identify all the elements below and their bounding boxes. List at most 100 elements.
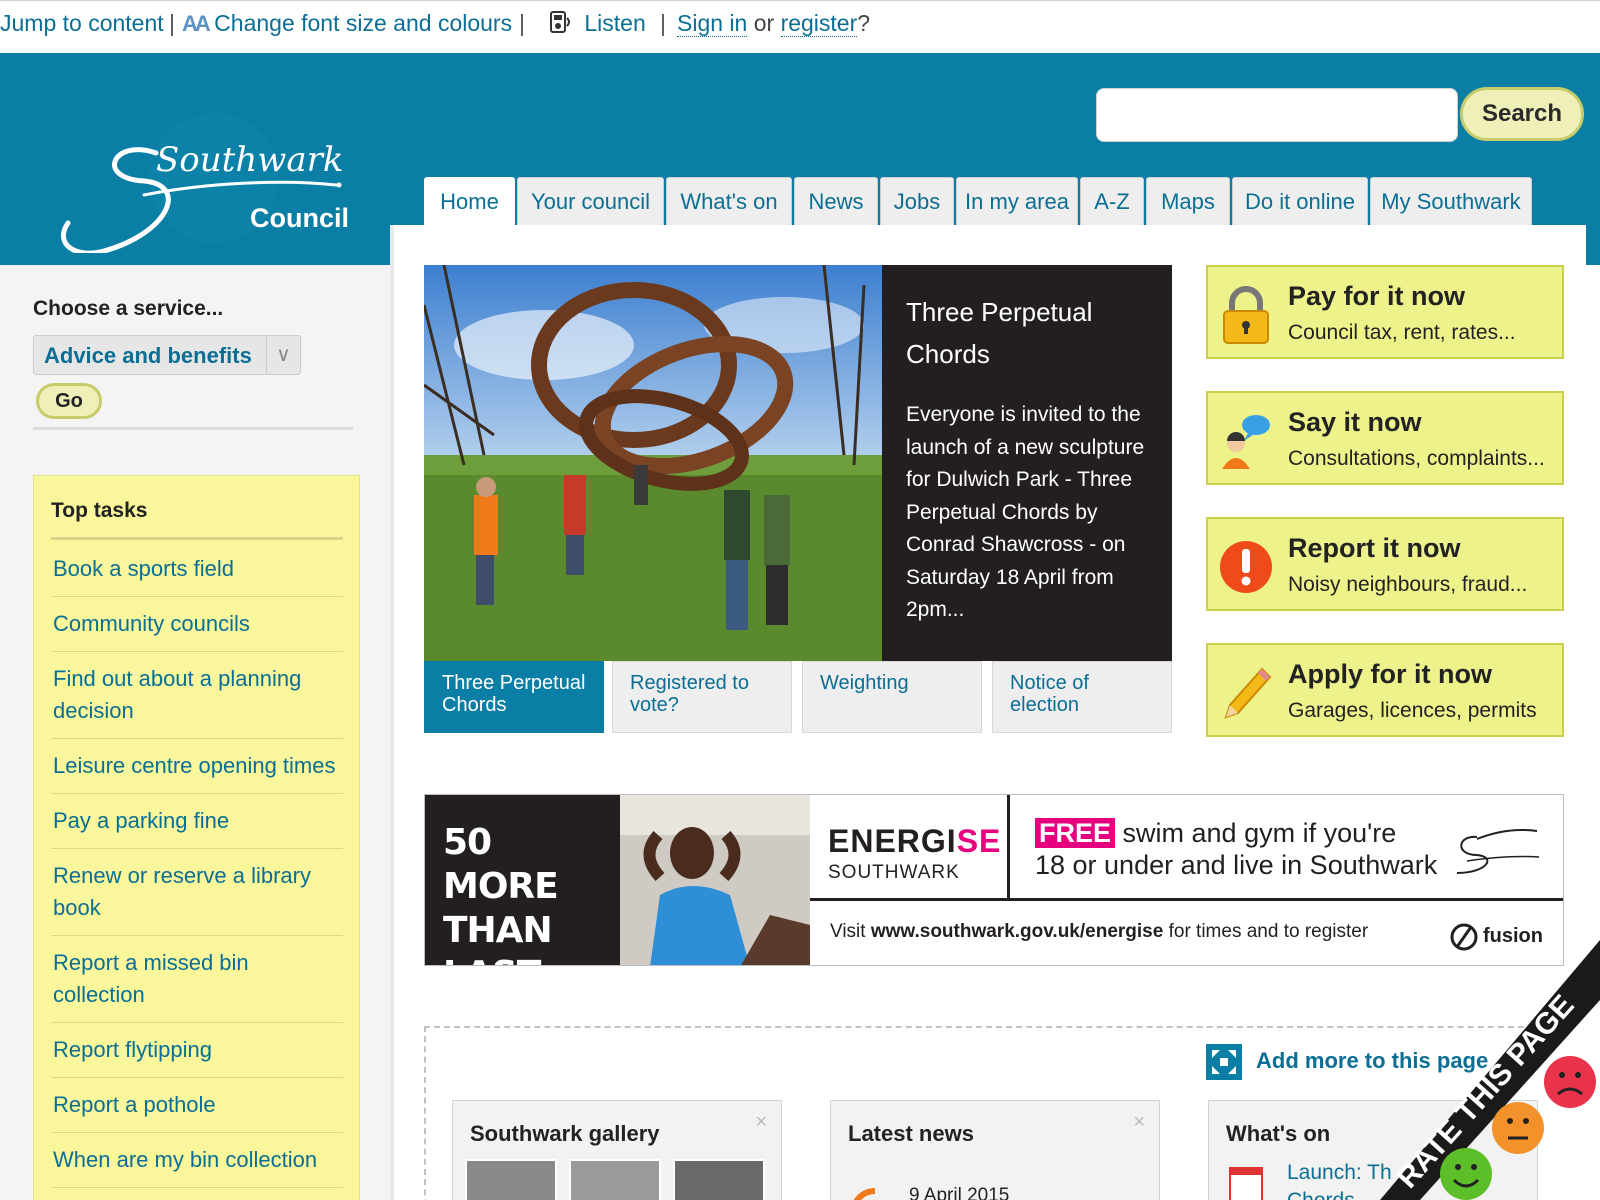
pay-for-it-now-box[interactable]: Pay for it now Council tax, rent, rates.… — [1206, 265, 1564, 359]
service-select-value: Advice and benefits — [44, 343, 252, 368]
divider — [51, 537, 343, 540]
expand-icon — [1206, 1044, 1242, 1080]
service-select[interactable]: Advice and benefits ∨ — [33, 335, 301, 375]
action-subtitle: Consultations, complaints... — [1288, 447, 1545, 470]
jump-to-content-link[interactable]: Jump to content — [0, 10, 164, 37]
font-size-icon: AA — [182, 11, 211, 36]
task-link[interactable]: Report a pothole — [51, 1078, 343, 1133]
fusion-logo: fusion — [1449, 915, 1549, 959]
carousel-tab[interactable]: Notice of election — [992, 661, 1172, 733]
padlock-icon — [1223, 286, 1269, 344]
close-icon[interactable]: × — [1133, 1111, 1145, 1134]
separator: | — [169, 10, 175, 36]
action-subtitle: Noisy neighbours, fraud... — [1288, 573, 1528, 596]
search-input[interactable] — [1096, 88, 1458, 142]
banner-headline: 50 MORE THAN LAST TIME — [425, 795, 620, 965]
tab-jobs[interactable]: Jobs — [880, 177, 954, 225]
task-link[interactable]: Leisure centre opening times — [51, 739, 343, 794]
divider — [33, 427, 353, 430]
change-font-link[interactable]: AA Change font size and colours — [182, 10, 512, 37]
gym-photo — [620, 795, 810, 965]
search-button[interactable]: Search — [1460, 87, 1584, 141]
speaker-icon — [550, 11, 570, 33]
chevron-down-icon: ∨ — [266, 336, 300, 374]
action-title: Say it now — [1288, 407, 1422, 437]
energise-banner[interactable]: 50 MORE THAN LAST TIME ENERGISE SOUTHWAR… — [424, 794, 1564, 966]
logo-script-text: Southwark — [156, 140, 343, 180]
add-more-button[interactable]: Add more to this page — [1206, 1040, 1506, 1082]
tab-news[interactable]: News — [794, 177, 878, 225]
top-tasks-title: Top tasks — [51, 499, 148, 522]
exclamation-icon — [1220, 541, 1272, 593]
apply-for-it-now-box[interactable]: Apply for it now Garages, licences, perm… — [1206, 643, 1564, 737]
carousel-tabs: Three Perpetual Chords Registered to vot… — [424, 661, 1172, 733]
report-it-now-box[interactable]: Report it now Noisy neighbours, fraud... — [1206, 517, 1564, 611]
feature-body: Everyone is invited to the launch of a n… — [906, 403, 1145, 621]
banner-photo — [620, 795, 810, 965]
logo-council-text: Council — [250, 203, 349, 233]
fusion-mark-icon — [1450, 923, 1478, 951]
tab-whats-on[interactable]: What's on — [666, 177, 792, 225]
rss-icon — [853, 1188, 876, 1200]
pencil-icon — [1224, 667, 1272, 719]
event-link-cont[interactable]: Chords — [1287, 1189, 1355, 1200]
southwark-small-logo — [1456, 829, 1540, 874]
task-link[interactable]: Report flytipping — [51, 1023, 343, 1078]
tab-my-southwark[interactable]: My Southwark — [1370, 177, 1532, 225]
feature-photo[interactable] — [424, 265, 882, 661]
gallery-widget: Southwark gallery × — [452, 1100, 782, 1200]
say-it-now-box[interactable]: Say it now Consultations, complaints... — [1206, 391, 1564, 485]
action-title: Pay for it now — [1288, 281, 1466, 311]
tab-home[interactable]: Home — [424, 177, 515, 227]
widget-title: Southwark gallery — [470, 1121, 660, 1146]
utility-bar: Jump to content | AA Change font size an… — [0, 0, 1600, 53]
task-link[interactable]: When are my bin collection — [51, 1133, 343, 1188]
southwark-logo[interactable]: Southwark Council — [44, 83, 354, 256]
latest-news-widget: Latest news × 9 April 2015 — [830, 1100, 1160, 1200]
sign-in-area: Sign in or register? — [677, 10, 870, 37]
carousel-tab[interactable]: Three Perpetual Chords — [424, 661, 604, 733]
carousel-tab[interactable]: Weighting — [802, 661, 982, 733]
separator: | — [660, 10, 666, 36]
widget-title: Latest news — [848, 1121, 974, 1146]
tab-in-my-area[interactable]: In my area — [956, 177, 1078, 225]
banner-visit-text: Visit www.southwark.gov.uk/energise for … — [830, 921, 1369, 942]
task-link[interactable]: Report a missed bin collection — [51, 936, 343, 1023]
sculpture-photo — [424, 265, 882, 661]
feature-text-panel[interactable]: Three Perpetual Chords Everyone is invit… — [882, 265, 1172, 661]
whats-on-widget: What's on Launch: Th Chords — [1208, 1100, 1538, 1200]
energise-sub: SOUTHWARK — [828, 862, 960, 883]
task-link[interactable]: Renew or reserve a library book — [51, 849, 343, 936]
banner-offer: FREE swim and gym if you're 18 or under … — [1035, 818, 1438, 880]
calendar-icon — [1229, 1167, 1263, 1200]
task-link[interactable]: Book a sports field — [51, 542, 343, 597]
gallery-thumbnail[interactable] — [465, 1159, 557, 1200]
free-badge: FREE — [1035, 818, 1116, 848]
energise-brand: ENERGISE SOUTHWARK — [810, 795, 1010, 898]
question-mark: ? — [857, 10, 871, 36]
task-link[interactable]: Community councils — [51, 597, 343, 652]
sign-in-link[interactable]: Sign in — [677, 10, 748, 37]
add-more-label: Add more to this page — [1256, 1048, 1489, 1073]
tab-a-z[interactable]: A-Z — [1080, 177, 1144, 225]
top-tasks-panel: Top tasks Book a sports field Community … — [33, 475, 360, 1200]
gallery-thumbnail[interactable] — [673, 1159, 765, 1200]
register-link[interactable]: register — [780, 10, 858, 37]
event-link[interactable]: Launch: Th — [1287, 1161, 1392, 1185]
carousel-tab[interactable]: Registered to vote? — [612, 661, 792, 733]
gallery-thumbnail[interactable] — [569, 1159, 661, 1200]
task-link[interactable]: Pay a parking fine — [51, 794, 343, 849]
action-subtitle: Council tax, rent, rates... — [1288, 321, 1516, 344]
top-tasks-list: Book a sports field Community councils F… — [51, 542, 343, 1188]
go-button[interactable]: Go — [36, 383, 102, 419]
action-title: Apply for it now — [1288, 659, 1492, 689]
task-link[interactable]: Find out about a planning decision — [51, 652, 343, 739]
close-icon[interactable]: × — [755, 1111, 767, 1134]
tab-do-it-online[interactable]: Do it online — [1232, 177, 1368, 225]
tab-maps[interactable]: Maps — [1146, 177, 1230, 225]
tab-your-council[interactable]: Your council — [517, 177, 664, 225]
feature-title: Three Perpetual Chords — [906, 297, 1093, 369]
listen-link[interactable]: Listen — [550, 10, 646, 37]
left-sidebar: Choose a service... Advice and benefits … — [0, 265, 390, 1200]
widget-title: What's on — [1226, 1121, 1331, 1146]
